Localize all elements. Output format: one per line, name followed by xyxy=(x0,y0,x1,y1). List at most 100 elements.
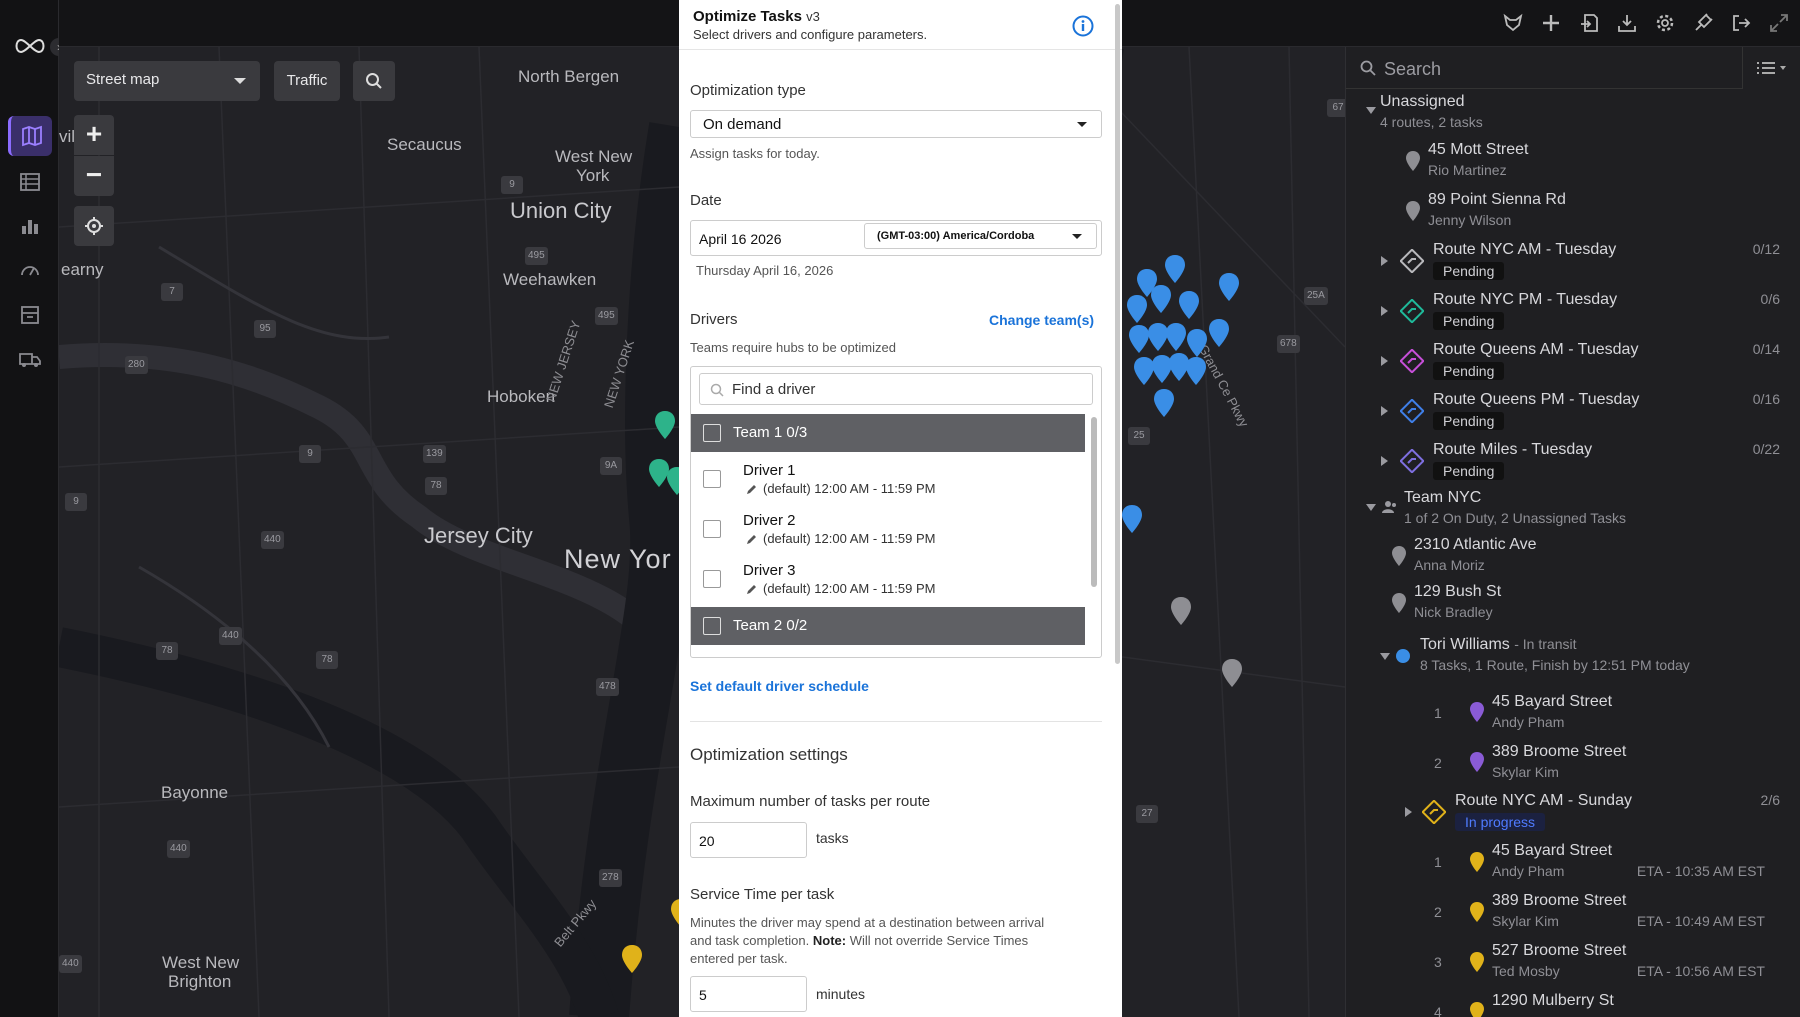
map-pin-blue[interactable] xyxy=(1165,255,1185,283)
map-pin-blue[interactable] xyxy=(1127,295,1147,323)
task-address[interactable]: 389 Broome Street xyxy=(1492,743,1626,761)
task-address[interactable]: 45 Bayard Street xyxy=(1492,842,1612,860)
nav-list[interactable] xyxy=(8,162,52,202)
info-icon[interactable] xyxy=(1072,15,1094,37)
change-teams-link[interactable]: Change team(s) xyxy=(989,312,1094,328)
map-pin-blue[interactable] xyxy=(1166,323,1186,351)
pencil-icon[interactable] xyxy=(745,484,757,496)
map-pin-blue[interactable] xyxy=(1151,285,1171,313)
task-address[interactable]: 389 Broome Street xyxy=(1492,892,1626,910)
team-icon xyxy=(1382,501,1396,513)
driver-list-scrollbar[interactable] xyxy=(1091,417,1097,587)
nav-inbox[interactable] xyxy=(8,295,52,335)
list-options-button[interactable] xyxy=(1742,47,1800,89)
task-address[interactable]: 129 Bush St xyxy=(1414,583,1501,601)
infinity-logo-icon[interactable] xyxy=(12,34,48,58)
driver-checkbox[interactable] xyxy=(703,470,721,488)
map-pin-yellow[interactable] xyxy=(622,945,642,973)
locate-button[interactable] xyxy=(74,206,114,246)
driver-checkbox[interactable] xyxy=(703,520,721,538)
import-icon[interactable] xyxy=(1576,10,1602,36)
expand-icon[interactable] xyxy=(1381,306,1388,316)
driver-schedule: (default) 12:00 AM - 11:59 PM xyxy=(763,581,936,596)
map-search-button[interactable] xyxy=(353,61,395,101)
driver-name[interactable]: Tori Williams - In transit xyxy=(1420,636,1576,654)
map-pin-blue[interactable] xyxy=(1122,505,1142,533)
pin-icon xyxy=(1470,852,1484,872)
service-time-input[interactable]: 5 xyxy=(690,976,807,1012)
map-pin-blue[interactable] xyxy=(1154,389,1174,417)
date-field[interactable]: April 16 2026 (GMT-03:00) America/Cordob… xyxy=(690,220,1102,256)
panel-scrollbar[interactable] xyxy=(1115,4,1120,664)
plug-icon[interactable] xyxy=(1690,10,1716,36)
route-name[interactable]: Route NYC AM - Tuesday xyxy=(1433,241,1616,259)
map-pin-blue[interactable] xyxy=(1187,329,1207,357)
task-address[interactable]: 2310 Atlantic Ave xyxy=(1414,536,1536,554)
expand-icon[interactable] xyxy=(1405,807,1412,817)
fox-icon[interactable] xyxy=(1500,10,1526,36)
optimization-type-select[interactable]: On demand xyxy=(690,110,1102,138)
collapse-icon[interactable] xyxy=(1366,504,1376,511)
nav-analytics[interactable] xyxy=(8,206,52,246)
route-name[interactable]: Route Queens AM - Tuesday xyxy=(1433,341,1638,359)
zoom-out-button[interactable]: − xyxy=(74,156,114,196)
collapse-icon[interactable] xyxy=(1366,107,1376,114)
gear-icon[interactable] xyxy=(1652,10,1678,36)
route-name[interactable]: Route NYC PM - Tuesday xyxy=(1433,291,1617,309)
team-checkbox[interactable] xyxy=(703,424,721,442)
road-shield: 495 xyxy=(595,307,618,325)
nav-vehicles[interactable] xyxy=(8,340,52,380)
task-address[interactable]: 89 Point Sienna Rd xyxy=(1428,191,1566,209)
task-address[interactable]: 1290 Mulberry St xyxy=(1492,992,1614,1010)
map-pin-blue[interactable] xyxy=(1134,357,1154,385)
nav-performance[interactable] xyxy=(8,250,52,290)
map-pin-green[interactable] xyxy=(649,459,669,487)
timezone-select[interactable]: (GMT-03:00) America/Cordoba xyxy=(864,223,1097,249)
team-checkbox[interactable] xyxy=(703,617,721,635)
download-icon[interactable] xyxy=(1614,10,1640,36)
map-pin-blue[interactable] xyxy=(1219,273,1239,301)
find-driver-input[interactable]: Find a driver xyxy=(699,373,1093,405)
collapse-icon[interactable] xyxy=(1380,653,1390,660)
zoom-in-button[interactable]: + xyxy=(74,115,114,155)
map-pin-green[interactable] xyxy=(655,411,675,439)
map-pin-blue[interactable] xyxy=(1209,319,1229,347)
map-type-select[interactable]: Street map xyxy=(74,61,260,101)
nav-map[interactable] xyxy=(8,116,52,156)
map-pin-blue[interactable] xyxy=(1179,291,1199,319)
driver-row[interactable]: Driver 2 (default) 12:00 AM - 11:59 PM xyxy=(691,504,1085,554)
team-title[interactable]: Team NYC xyxy=(1404,489,1481,507)
logout-icon[interactable] xyxy=(1728,10,1754,36)
max-tasks-input[interactable]: 20 xyxy=(690,822,807,858)
plus-icon[interactable] xyxy=(1538,10,1564,36)
collapse-icon[interactable] xyxy=(1766,10,1792,36)
pencil-icon[interactable] xyxy=(745,534,757,546)
route-name[interactable]: Route Queens PM - Tuesday xyxy=(1433,391,1639,409)
team-row[interactable]: Team 2 0/2 xyxy=(691,607,1085,645)
map-pin-blue[interactable] xyxy=(1148,323,1168,351)
driver-row[interactable]: Driver 1 (default) 12:00 AM - 11:59 PM xyxy=(691,454,1085,504)
driver-row[interactable]: Driver 3 (default) 12:00 AM - 11:59 PM xyxy=(691,554,1085,604)
route-count: 0/6 xyxy=(1760,291,1780,307)
task-address[interactable]: 45 Bayard Street xyxy=(1492,693,1612,711)
pencil-icon[interactable] xyxy=(745,584,757,596)
expand-icon[interactable] xyxy=(1381,406,1388,416)
team-row[interactable]: Team 1 0/3 xyxy=(691,414,1085,452)
panel-search-input[interactable]: Search xyxy=(1346,47,1742,89)
map-pin-blue[interactable] xyxy=(1129,325,1149,353)
team-subtitle: 1 of 2 On Duty, 2 Unassigned Tasks xyxy=(1404,510,1627,526)
expand-icon[interactable] xyxy=(1381,456,1388,466)
route-name[interactable]: Route NYC AM - Sunday xyxy=(1455,792,1632,810)
task-number: 3 xyxy=(1434,954,1442,970)
traffic-button[interactable]: Traffic xyxy=(274,61,340,101)
map-pin-blue[interactable] xyxy=(1186,357,1206,385)
route-name[interactable]: Route Miles - Tuesday xyxy=(1433,441,1592,459)
driver-checkbox[interactable] xyxy=(703,570,721,588)
expand-icon[interactable] xyxy=(1381,356,1388,366)
map-pin-gray[interactable] xyxy=(1222,659,1242,687)
expand-icon[interactable] xyxy=(1381,256,1388,266)
task-address[interactable]: 527 Broome Street xyxy=(1492,942,1626,960)
set-default-schedule-link[interactable]: Set default driver schedule xyxy=(690,678,869,694)
task-address[interactable]: 45 Mott Street xyxy=(1428,141,1529,159)
map-pin-gray[interactable] xyxy=(1171,597,1191,625)
